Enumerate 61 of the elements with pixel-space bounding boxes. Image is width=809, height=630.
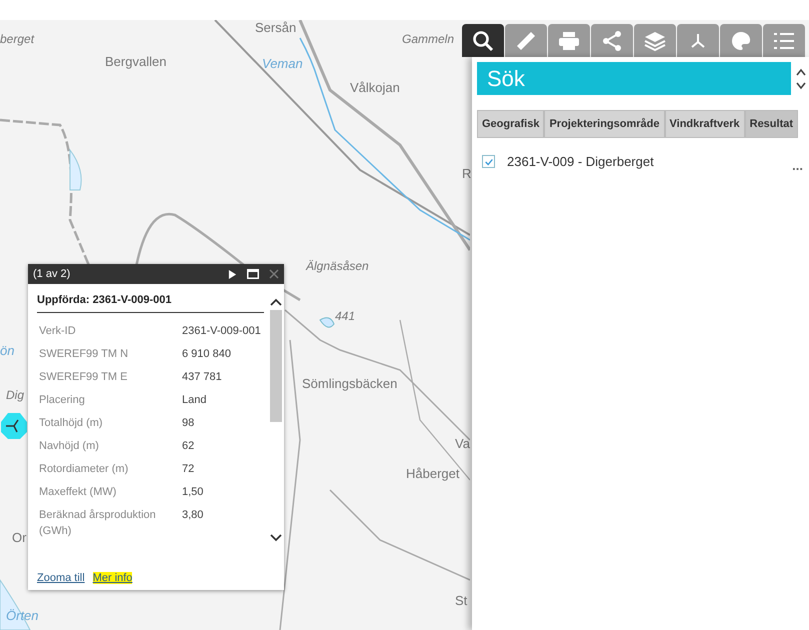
palette-tool-button[interactable] [720,24,762,57]
search-tab[interactable]: Geografisk [477,110,544,138]
attribute-value: 6 910 840 [182,347,232,362]
map-label: Va [455,436,470,451]
map-label: St [455,593,468,608]
attribute-value: 3,80 [182,508,204,523]
attribute-label: SWEREF99 TM E [38,370,128,385]
attribute-label: Maxeffekt (MW) [38,485,118,500]
map-label: Or [12,530,26,545]
popup-link[interactable]: Mer info [92,572,132,584]
scroll-up-icon[interactable] [270,298,282,306]
share-icon [600,28,624,52]
attribute-value: 2361-V-009-001 [182,324,262,339]
attribute-value: 437 781 [182,370,223,385]
attribute-value: Land [182,393,208,408]
search-icon [471,28,495,52]
map-label: Älgnäsåsen [306,259,369,273]
popup-link[interactable]: Zooma till [37,572,85,584]
map-label: Sömlingsbäcken [302,376,398,391]
attribute-value: 62 [182,439,196,454]
result-label[interactable]: 2361-V-009 - Digerberget [507,154,780,169]
popup-title: (1 av 2) [33,268,72,280]
legend-tool-button[interactable] [763,24,805,57]
attribute-label: Beräknad årsproduktion (GWh) [38,508,157,539]
search-tab[interactable]: Resultat [744,110,798,138]
scroll-down-icon[interactable] [270,534,282,542]
print-tool-button[interactable] [548,24,590,57]
result-checkbox[interactable] [482,155,495,168]
map-label: 441 [335,309,356,323]
layers-tool-button[interactable] [634,24,676,57]
attribute-value: 1,50 [182,485,204,500]
map-label: Vålkojan [350,80,400,95]
attribute-label: Totalhöjd (m) [38,416,104,431]
share-tool-button[interactable] [591,24,633,57]
search-tool-button[interactable] [462,24,504,57]
map-label: Bergvallen [105,54,166,69]
map-label: Sersån [255,20,296,35]
map-label: Veman [262,56,303,71]
attribute-value: 98 [182,416,196,431]
wind-turbine-marker-icon [0,412,28,440]
next-icon[interactable] [228,270,237,278]
attribute-value: 72 [182,462,196,477]
attribute-label: Navhöjd (m) [38,439,100,454]
attribute-label: Placering [38,393,86,408]
attribute-label: Rotordiameter (m) [38,462,130,477]
more-options-button[interactable]: ... [792,158,803,173]
search-tab[interactable]: Vindkraftverk [664,110,745,138]
coordinates-tool-button[interactable] [677,24,719,57]
attribute-label: Verk-ID [38,324,77,339]
map-label: Gammeln [402,32,454,46]
map-label: Dig [6,388,24,402]
map-label: Håberget [406,466,460,481]
popup-heading: Uppförda: 2361-V-009-001 [37,294,264,313]
map-label: berget [0,32,34,46]
panel-title: Sök [477,62,791,95]
search-tab[interactable]: Projekteringsområde [544,110,665,138]
map-label: ön [0,343,14,358]
attribute-label: SWEREF99 TM N [38,347,130,362]
close-icon[interactable] [269,269,279,279]
maximize-icon[interactable] [247,269,259,279]
map-label: R [462,166,472,181]
